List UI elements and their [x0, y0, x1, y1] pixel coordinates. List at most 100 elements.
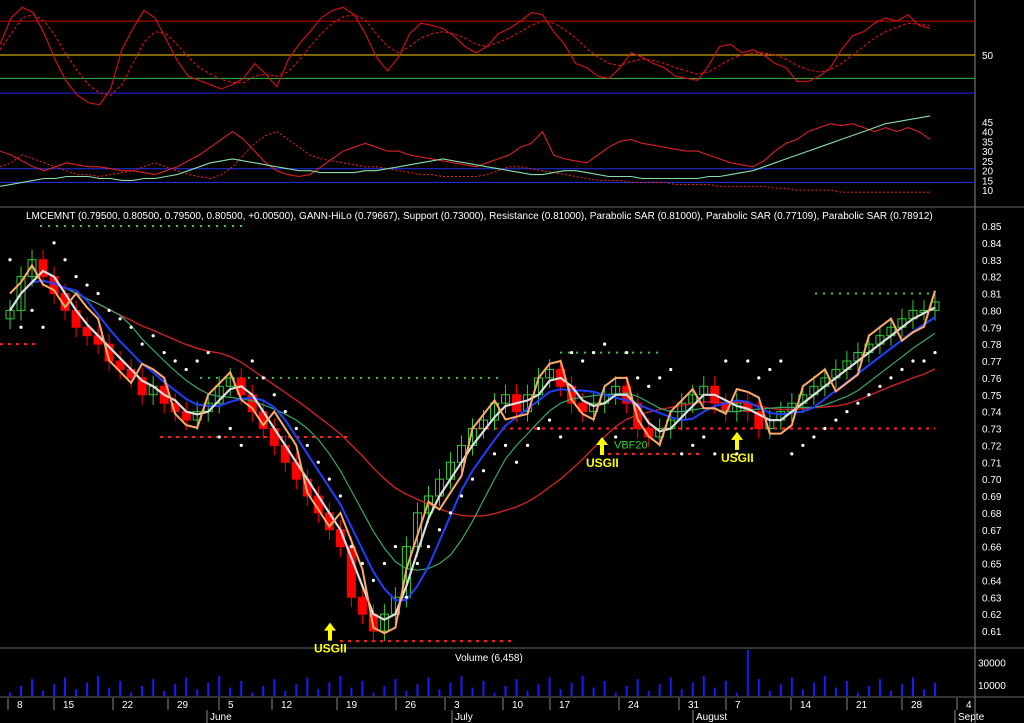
sar-dot — [173, 359, 177, 363]
sar-dot — [878, 384, 882, 388]
osc2-tick-label: 10 — [982, 186, 994, 197]
signal-label: USGII — [314, 642, 347, 656]
sar-dot — [85, 283, 89, 287]
price-tick-label: 0.69 — [982, 492, 1002, 503]
sar-dot — [206, 350, 210, 355]
sar-dot — [426, 545, 431, 549]
sar-dot — [448, 511, 453, 515]
sar-dot — [900, 367, 904, 372]
price-tick-label: 0.70 — [982, 475, 1002, 486]
sar-dot — [856, 401, 860, 405]
sar-dot — [713, 452, 717, 456]
sar-dot — [129, 325, 133, 329]
volume-tick-label: 30000 — [978, 658, 1006, 669]
sar-dot — [867, 393, 871, 397]
price-tick-label: 0.61 — [982, 627, 1002, 638]
sar-dot — [261, 376, 265, 380]
x-tick-label: 8 — [17, 700, 23, 711]
price-tick-label: 0.81 — [982, 290, 1002, 301]
price-panel: 0.85 0.84 0.83 0.82 0.81 0.80 0.79 0.78 0.77 0.76… — [0, 222, 1002, 656]
candle-body — [346, 546, 356, 598]
sar-dot — [107, 308, 111, 312]
volume-label: Volume (6,458) — [455, 653, 523, 664]
axes: 8 15 22 29 5 12 19 26 3 10 17 24 31 7 14 21 28 4 June July A… — [7, 698, 985, 723]
month-label: July — [455, 712, 473, 723]
sar-dot — [724, 359, 728, 363]
sar-dot — [669, 367, 673, 372]
sar-dot — [382, 561, 387, 566]
price-tick-label: 0.66 — [982, 543, 1002, 554]
signal-arrow — [731, 431, 743, 450]
oscillator-panel-2: 4540353025201510 — [0, 115, 994, 197]
ma-fast-line — [9, 269, 936, 621]
sar-dot — [911, 359, 915, 363]
sar-dot — [305, 443, 309, 447]
sar-dot — [603, 342, 607, 346]
sar-dot — [702, 435, 706, 439]
sar-dot — [371, 578, 375, 582]
price-tick-label: 0.83 — [982, 256, 1002, 267]
sar-dot — [228, 426, 232, 431]
sar-dot — [779, 359, 783, 363]
signal-label: USGII — [721, 451, 754, 465]
sar-dot — [459, 494, 464, 498]
sar-dot — [503, 443, 508, 447]
sar-dot — [52, 241, 56, 245]
x-tick-label: 7 — [735, 700, 741, 711]
month-label: August — [696, 712, 727, 723]
sar-dot — [250, 359, 254, 363]
sar-dot — [558, 435, 563, 439]
oscillator-panel-1: 50 — [0, 6, 994, 106]
price-tick-label: 0.65 — [982, 560, 1002, 571]
month-label: June — [210, 712, 232, 723]
price-tick-label: 0.75 — [982, 391, 1002, 402]
x-tick-label: 10 — [512, 700, 524, 711]
price-tick-label: 0.76 — [982, 374, 1002, 385]
sar-dot — [933, 350, 937, 355]
sar-dot — [790, 452, 794, 456]
x-tick-label: 28 — [911, 700, 923, 711]
sar-dot — [547, 418, 552, 422]
price-tick-label: 0.82 — [982, 273, 1002, 284]
sar-dot — [415, 561, 420, 566]
sar-dot — [658, 376, 662, 380]
chart-title: LMCEMNT (0.79500, 0.80500, 0.79500, 0.80… — [26, 211, 933, 222]
sar-dot — [481, 469, 486, 473]
sar-dot — [8, 258, 12, 262]
sar-dot — [812, 435, 816, 439]
x-tick-label: 17 — [559, 700, 571, 711]
price-tick-label: 0.64 — [982, 576, 1002, 587]
sar-dot — [680, 452, 684, 456]
sar-dot — [514, 460, 519, 464]
sar-dot — [360, 561, 364, 566]
x-tick-label: 12 — [281, 700, 293, 711]
sar-dot — [834, 418, 838, 422]
sar-dot — [63, 258, 67, 262]
sar-dot — [393, 545, 398, 549]
osc1-tick-label: 50 — [982, 51, 994, 62]
x-tick-label: 3 — [454, 700, 460, 711]
sar-dot — [581, 359, 585, 363]
sar-dot — [746, 359, 750, 363]
sar-dot — [636, 376, 640, 380]
sar-dot — [118, 317, 122, 321]
sar-dot — [74, 275, 78, 279]
sar-dot — [625, 350, 629, 355]
price-tick-label: 0.84 — [982, 239, 1002, 250]
price-tick-label: 0.63 — [982, 593, 1002, 604]
sar-dot — [404, 595, 409, 599]
price-tick-label: 0.74 — [982, 408, 1002, 419]
sar-dot — [239, 443, 243, 447]
x-tick-label: 26 — [405, 700, 417, 711]
sar-dot — [272, 393, 276, 397]
sar-dot — [316, 460, 320, 464]
x-tick-label: 4 — [966, 700, 972, 711]
month-label: Septe — [958, 712, 985, 723]
x-tick-label: 31 — [688, 700, 700, 711]
sar-dot — [691, 443, 695, 447]
price-tick-label: 0.78 — [982, 340, 1002, 351]
x-tick-label: 15 — [63, 700, 75, 711]
x-tick-label: 14 — [800, 700, 812, 711]
sar-dot — [889, 376, 893, 380]
sar-dot — [437, 528, 442, 532]
